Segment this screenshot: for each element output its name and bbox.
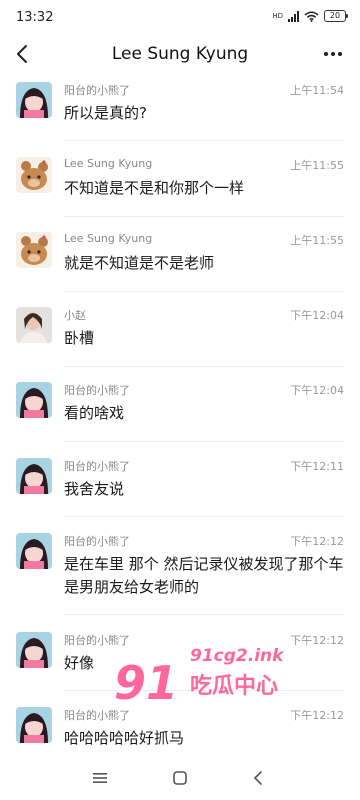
divider [64,291,344,292]
message-time: 上午11:55 [290,234,344,247]
sender-name: 阳台的小熊了 [64,535,130,548]
message-text: 是在车里 那个 然后记录仪被发现了那个车是男朋友给女老师的 [64,555,344,596]
home-square-icon [173,771,187,785]
avatar[interactable] [16,307,52,343]
watermark: 91 91cg2.ink 吃瓜中心 [112,640,302,730]
message-text: 就是不知道是不是老师 [64,254,215,272]
menu-icon [93,773,107,783]
anime-girl-avatar-icon [16,533,52,569]
chat-title: Lee Sung Kyung [111,44,249,64]
watermark-domain: 91cg2.ink [190,646,284,666]
more-button[interactable] [320,40,346,68]
message-text: 看的啥戏 [64,404,125,422]
signal-icon [288,10,299,22]
message-text: 哈哈哈哈哈好抓马 [64,729,185,747]
sender-name: Lee Sung Kyung [64,232,153,245]
divider [64,614,344,615]
anime-girl-avatar-icon [16,632,52,668]
sender-name: 小赵 [64,309,86,322]
message-text: 我舍友说 [64,480,125,498]
more-dots-icon [324,52,328,56]
message-text: 所以是真的? [64,104,147,122]
divider [64,366,344,367]
message-item[interactable]: 阳台的小熊了 上午11:54 所以是真的? [0,76,360,138]
status-bar: 13:32 HD 20 [0,0,360,36]
recents-button[interactable] [86,766,114,790]
avatar[interactable] [16,82,52,118]
divider [64,516,344,517]
message-time: 下午12:04 [290,309,344,322]
divider [64,140,344,141]
avatar[interactable] [16,533,52,569]
message-time: 上午11:54 [290,84,344,97]
avatar[interactable] [16,707,52,743]
message-time: 下午12:12 [290,535,344,548]
status-icons: HD 20 [272,10,348,22]
message-time: 下午12:04 [290,384,344,397]
photo-avatar-icon [16,307,52,343]
message-item[interactable]: 小赵 下午12:04 卧槽 [0,301,360,363]
sender-name: 阳台的小熊了 [64,460,130,473]
anime-girl-avatar-icon [16,707,52,743]
bear-avatar-icon [16,232,52,268]
avatar[interactable] [16,458,52,494]
avatar[interactable] [16,157,52,193]
battery-icon: 20 [324,10,348,22]
message-item[interactable]: 阳台的小熊了 下午12:12 是在车里 那个 然后记录仪被发现了那个车是男朋友给… [0,527,360,607]
chat-header: Lee Sung Kyung [0,36,360,72]
watermark-name: 吃瓜中心 [190,674,279,699]
sender-name: Lee Sung Kyung [64,157,153,170]
home-button[interactable] [166,766,194,790]
message-item[interactable]: Lee Sung Kyung 上午11:55 不知道是不是和你那个一样 [0,151,360,213]
anime-girl-avatar-icon [16,82,52,118]
avatar[interactable] [16,232,52,268]
message-item[interactable]: Lee Sung Kyung 上午11:55 就是不知道是不是老师 [0,226,360,288]
bear-avatar-icon [16,157,52,193]
message-item[interactable]: 阳台的小熊了 下午12:04 看的啥戏 [0,376,360,438]
sender-name: 阳台的小熊了 [64,384,130,397]
back-triangle-icon [254,771,262,785]
status-time: 13:32 [16,10,54,25]
divider [64,441,344,442]
anime-girl-avatar-icon [16,458,52,494]
divider [64,216,344,217]
anime-girl-avatar-icon [16,382,52,418]
message-item[interactable]: 阳台的小熊了 下午12:11 我舍友说 [0,452,360,514]
message-time: 下午12:11 [290,460,344,473]
message-text: 不知道是不是和你那个一样 [64,179,245,197]
hd-network-label: HD [272,11,283,20]
wifi-icon [304,11,319,22]
avatar[interactable] [16,632,52,668]
message-time: 上午11:55 [290,159,344,172]
watermark-logo-number: 91 [114,656,179,710]
avatar[interactable] [16,382,52,418]
system-back-button[interactable] [244,766,272,790]
sender-name: 阳台的小熊了 [64,84,130,97]
system-nav-bar [0,756,360,800]
message-text: 卧槽 [64,329,95,347]
